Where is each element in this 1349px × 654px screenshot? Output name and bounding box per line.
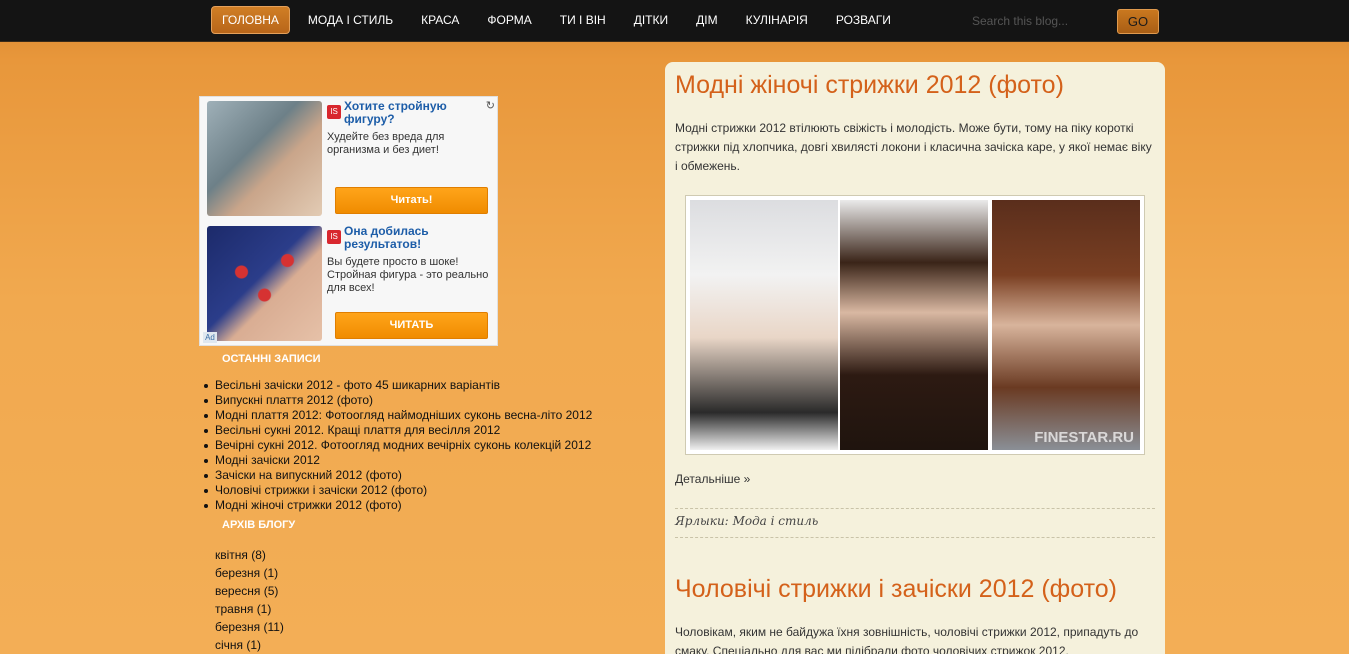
nav-item-home[interactable]: ГОЛОВНА — [211, 6, 290, 34]
refresh-icon[interactable]: ↻ — [486, 99, 495, 112]
list-item[interactable]: Весільні сукні 2012. Кращі плаття для ве… — [203, 423, 592, 438]
archive-count: (1) — [256, 602, 272, 616]
divider — [675, 537, 1155, 538]
ad-image[interactable] — [207, 101, 322, 216]
nav-item-shape[interactable]: ФОРМА — [473, 6, 545, 34]
list-item: квітня (8) — [215, 546, 284, 564]
list-item: січня (1) — [215, 636, 284, 654]
archive-month-link[interactable]: квітня — [215, 548, 248, 562]
hairstyle-photo[interactable]: FINESTAR.RU — [992, 200, 1140, 450]
advertisement-block: IS Хотите стройную фигуру? Худейте без в… — [199, 96, 498, 346]
main-menu: ГОЛОВНА МОДА І СТИЛЬ КРАСА ФОРМА ТИ І ВІ… — [211, 6, 905, 34]
list-item[interactable]: Зачіски на випускний 2012 (фото) — [203, 468, 592, 483]
nav-item-beauty[interactable]: КРАСА — [407, 6, 473, 34]
post-title[interactable]: Модні жіночі стрижки 2012 (фото) — [675, 71, 1064, 100]
main-content-panel: Модні жіночі стрижки 2012 (фото) Модні с… — [665, 62, 1165, 654]
ad-unit[interactable]: IS Она добилась результатов! Вы будете п… — [200, 222, 499, 344]
archive-count: (8) — [251, 548, 266, 562]
blog-archive-list: квітня (8) березня (1) вересня (5) травн… — [215, 546, 284, 654]
archive-month-link[interactable]: березня — [215, 566, 260, 580]
recent-post-link[interactable]: Чоловічі стрижки і зачіски 2012 (фото) — [215, 483, 427, 497]
ad-source-icon: IS — [327, 105, 341, 119]
blog-archive-heading: АРХІВ БЛОГУ — [222, 519, 296, 531]
label-link[interactable]: Мода і стиль — [733, 514, 819, 528]
search-go-button[interactable]: GO — [1117, 9, 1159, 34]
archive-count: (1) — [246, 638, 262, 652]
recent-post-link[interactable]: Випускні плаття 2012 (фото) — [215, 393, 373, 407]
list-item[interactable]: Вечірні сукні 2012. Фотоогляд модних веч… — [203, 438, 592, 453]
ad-read-button[interactable]: ЧИТАТЬ — [335, 312, 488, 339]
nav-item-fashion[interactable]: МОДА І СТИЛЬ — [294, 6, 407, 34]
archive-month-link[interactable]: вересня — [215, 584, 260, 598]
recent-post-link[interactable]: Модні жіночі стрижки 2012 (фото) — [215, 498, 402, 512]
archive-month-link[interactable]: березня — [215, 620, 260, 634]
search-input[interactable] — [966, 10, 1106, 32]
ad-unit[interactable]: IS Хотите стройную фигуру? Худейте без в… — [200, 97, 499, 219]
post-image-frame: FINESTAR.RU — [685, 195, 1145, 455]
archive-count: (5) — [263, 584, 279, 598]
image-watermark: FINESTAR.RU — [1034, 429, 1134, 446]
divider — [675, 508, 1155, 509]
archive-count: (1) — [263, 566, 279, 580]
list-item: вересня (5) — [215, 582, 284, 600]
ad-text: Вы будете просто в шоке! Стройная фигура… — [327, 256, 489, 294]
recent-posts-list: Весільні зачіски 2012 - фото 45 шикарних… — [203, 378, 592, 513]
hairstyle-photo[interactable] — [840, 200, 988, 450]
list-item[interactable]: Модні жіночі стрижки 2012 (фото) — [203, 498, 592, 513]
labels-prefix: Ярлыки: — [675, 514, 729, 528]
hairstyle-photo[interactable] — [690, 200, 838, 450]
list-item: березня (11) — [215, 618, 284, 636]
ad-choices-icon[interactable]: Ad — [203, 332, 217, 343]
ad-title[interactable]: Хотите стройную фигуру? — [344, 100, 484, 126]
archive-count: (11) — [263, 620, 284, 634]
list-item: березня (1) — [215, 564, 284, 582]
ad-text: Худейте без вреда для организма и без ди… — [327, 131, 445, 156]
post-excerpt: Модні стрижки 2012 втілюють свіжість і м… — [675, 121, 1152, 173]
ad-title[interactable]: Она добилась результатов! — [344, 225, 484, 251]
recent-post-link[interactable]: Модні зачіски 2012 — [215, 453, 320, 467]
list-item[interactable]: Модні зачіски 2012 — [203, 453, 592, 468]
recent-post-link[interactable]: Весільні сукні 2012. Кращі плаття для ве… — [215, 423, 500, 437]
post-labels: Ярлыки: Мода і стиль — [675, 514, 818, 528]
list-item: травня (1) — [215, 600, 284, 618]
ad-image[interactable] — [207, 226, 322, 341]
list-item[interactable]: Чоловічі стрижки і зачіски 2012 (фото) — [203, 483, 592, 498]
top-navigation-bar: ГОЛОВНА МОДА І СТИЛЬ КРАСА ФОРМА ТИ І ВІ… — [0, 0, 1349, 42]
recent-post-link[interactable]: Весільні зачіски 2012 - фото 45 шикарних… — [215, 378, 500, 392]
nav-item-kids[interactable]: ДІТКИ — [620, 6, 682, 34]
ad-source-icon: IS — [327, 230, 341, 244]
nav-item-entertainment[interactable]: РОЗВАГИ — [822, 6, 905, 34]
nav-item-you-and-him[interactable]: ТИ І ВІН — [546, 6, 620, 34]
post-excerpt: Чоловікам, яким не байдужа їхня зовнішні… — [675, 625, 1139, 654]
list-item[interactable]: Модні плаття 2012: Фотоогляд наймодніших… — [203, 408, 592, 423]
nav-item-cooking[interactable]: КУЛІНАРІЯ — [732, 6, 822, 34]
recent-post-link[interactable]: Вечірні сукні 2012. Фотоогляд модних веч… — [215, 438, 591, 452]
archive-month-link[interactable]: січня — [215, 638, 243, 652]
recent-post-link[interactable]: Модні плаття 2012: Фотоогляд наймодніших… — [215, 408, 592, 422]
list-item[interactable]: Весільні зачіски 2012 - фото 45 шикарних… — [203, 378, 592, 393]
archive-month-link[interactable]: травня — [215, 602, 253, 616]
recent-post-link[interactable]: Зачіски на випускний 2012 (фото) — [215, 468, 402, 482]
post-title[interactable]: Чоловічі стрижки і зачіски 2012 (фото) — [675, 575, 1117, 604]
read-more-link[interactable]: Детальніше » — [675, 472, 750, 486]
ad-read-button[interactable]: Читать! — [335, 187, 488, 214]
recent-posts-heading: ОСТАННІ ЗАПИСИ — [222, 353, 321, 365]
list-item[interactable]: Випускні плаття 2012 (фото) — [203, 393, 592, 408]
nav-item-home-decor[interactable]: ДІМ — [682, 6, 731, 34]
